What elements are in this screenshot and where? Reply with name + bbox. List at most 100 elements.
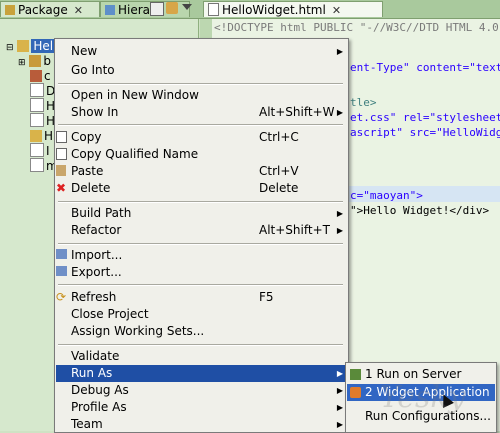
file-icon	[30, 98, 44, 112]
menu-item-label: Copy	[71, 130, 102, 144]
hierarchy-icon	[105, 5, 115, 15]
export-icon	[56, 266, 67, 276]
file-icon	[30, 113, 44, 127]
tree-item[interactable]: ⊞ b	[18, 53, 51, 69]
expand-icon[interactable]: ⊟	[6, 43, 14, 53]
tree-item[interactable]: H	[30, 113, 55, 129]
editor-line: et.css" rel="stylesheet"	[350, 111, 500, 124]
menu-item-team[interactable]: Team ▶	[56, 416, 347, 433]
tab-package-label: Package	[18, 3, 68, 17]
tab-editor-label: HelloWidget.html	[222, 3, 326, 17]
submenu-arrow-icon: ▶	[336, 369, 343, 378]
editor-line: c="maoyan">	[350, 189, 423, 202]
file-icon	[30, 158, 44, 172]
copy-qualified-icon	[56, 148, 67, 160]
editor-line: ascript" src="HelloWidge	[350, 126, 500, 139]
collapse-all-icon[interactable]	[150, 2, 164, 16]
menu-item-label: Open in New Window	[71, 88, 199, 102]
menu-shortcut: F5	[259, 290, 274, 304]
menu-item-debug-as[interactable]: Debug As ▶	[56, 382, 347, 399]
tab-editor-file[interactable]: HelloWidget.html ✕	[203, 1, 383, 17]
menu-item-label: Validate	[71, 349, 120, 363]
html-file-icon	[208, 3, 219, 16]
menu-item-label: Profile As	[71, 400, 127, 414]
menu-separator	[58, 284, 343, 286]
refresh-icon: ⟳	[56, 290, 67, 304]
menu-item-label: Run As	[71, 366, 113, 380]
link-editor-icon[interactable]	[166, 2, 178, 14]
package-icon	[5, 5, 15, 15]
paste-icon	[56, 165, 66, 176]
tree-item-label: c	[44, 69, 51, 83]
watermark-logo: Yesky	[380, 380, 466, 415]
file-icon	[30, 143, 44, 157]
tree-item[interactable]: I	[30, 143, 50, 159]
menu-item-show-in[interactable]: Show In Alt+Shift+W ▶	[56, 104, 347, 121]
submenu-arrow-icon: ▶	[336, 226, 343, 235]
menu-shortcut: Ctrl+V	[259, 164, 299, 178]
submenu-arrow-icon: ▶	[336, 420, 343, 429]
close-icon[interactable]: ✕	[74, 4, 83, 17]
menu-item-export[interactable]: Export...	[56, 264, 347, 281]
close-icon[interactable]: ✕	[332, 4, 341, 17]
menu-item-open-new-window[interactable]: Open in New Window	[56, 87, 347, 104]
tree-item[interactable]: D	[30, 83, 55, 99]
menu-separator	[58, 243, 343, 245]
menu-item-profile-as[interactable]: Profile As ▶	[56, 399, 347, 416]
editor-line: <!DOCTYPE html PUBLIC "-//W3C//DTD HTML …	[214, 21, 500, 34]
tree-item[interactable]: c	[30, 68, 51, 84]
editor-line: ent-Type" content="text/	[350, 61, 500, 74]
expand-icon[interactable]: ⊞	[18, 58, 26, 68]
menu-shortcut: Ctrl+C	[259, 130, 299, 144]
server-icon	[350, 369, 361, 380]
menu-item-copy[interactable]: Copy Ctrl+C	[56, 129, 347, 146]
submenu-arrow-icon: ▶	[336, 108, 343, 117]
project-folder-icon	[17, 40, 30, 52]
menu-item-paste[interactable]: Paste Ctrl+V	[56, 163, 347, 180]
menu-shortcut: Alt+Shift+T	[259, 223, 330, 237]
menu-item-copy-qualified[interactable]: Copy Qualified Name	[56, 146, 347, 163]
folder-icon	[30, 130, 42, 142]
menu-separator	[58, 344, 343, 346]
submenu-arrow-icon: ▶	[336, 47, 343, 56]
widget-app-icon	[350, 387, 361, 398]
tree-item[interactable]: H	[30, 128, 53, 144]
tree-item-label: b	[43, 54, 51, 68]
menu-item-label: Import...	[71, 248, 123, 262]
copy-icon	[56, 131, 67, 143]
tree-item-label: H	[44, 129, 54, 143]
menu-separator	[58, 201, 343, 203]
menu-item-run-as[interactable]: Run As ▶	[56, 365, 347, 382]
menu-item-label: Debug As	[71, 383, 129, 397]
menu-item-label: Assign Working Sets...	[71, 324, 205, 338]
menu-item-import[interactable]: Import...	[56, 247, 347, 264]
menu-item-label: Refactor	[71, 223, 122, 237]
menu-separator	[58, 83, 343, 85]
explorer-toolbar	[150, 2, 196, 16]
menu-item-validate[interactable]: Validate	[56, 348, 347, 365]
menu-item-assign-working-sets[interactable]: Assign Working Sets...	[56, 323, 347, 340]
menu-item-label: New	[71, 44, 98, 58]
library-icon	[30, 70, 42, 82]
tree-item[interactable]: H	[30, 98, 55, 114]
tab-package-explorer[interactable]: Package ✕	[0, 1, 100, 17]
menu-item-delete[interactable]: ✖ Delete Delete	[56, 180, 347, 197]
menu-item-label: Copy Qualified Name	[71, 147, 199, 161]
menu-item-new[interactable]: New ▶	[56, 43, 347, 60]
menu-item-label: Delete	[71, 181, 111, 195]
menu-item-build-path[interactable]: Build Path ▶	[56, 205, 347, 222]
menu-shortcut: Delete	[259, 181, 299, 195]
editor-line: tle>	[350, 96, 377, 109]
source-folder-icon	[29, 55, 42, 67]
submenu-arrow-icon: ▶	[336, 386, 343, 395]
menu-item-label: Export...	[71, 265, 122, 279]
menu-item-label: Build Path	[71, 206, 132, 220]
menu-shortcut: Alt+Shift+W	[259, 105, 335, 119]
menu-item-go-into[interactable]: Go Into	[56, 62, 347, 79]
menu-item-close-project[interactable]: Close Project	[56, 306, 347, 323]
editor-line: ">Hello Widget!</div>	[350, 204, 490, 217]
view-menu-icon[interactable]	[182, 4, 192, 10]
menu-item-label: Show In	[71, 105, 119, 119]
menu-item-refresh[interactable]: ⟳ Refresh F5	[56, 289, 347, 306]
menu-item-refactor[interactable]: Refactor Alt+Shift+T ▶	[56, 222, 347, 239]
